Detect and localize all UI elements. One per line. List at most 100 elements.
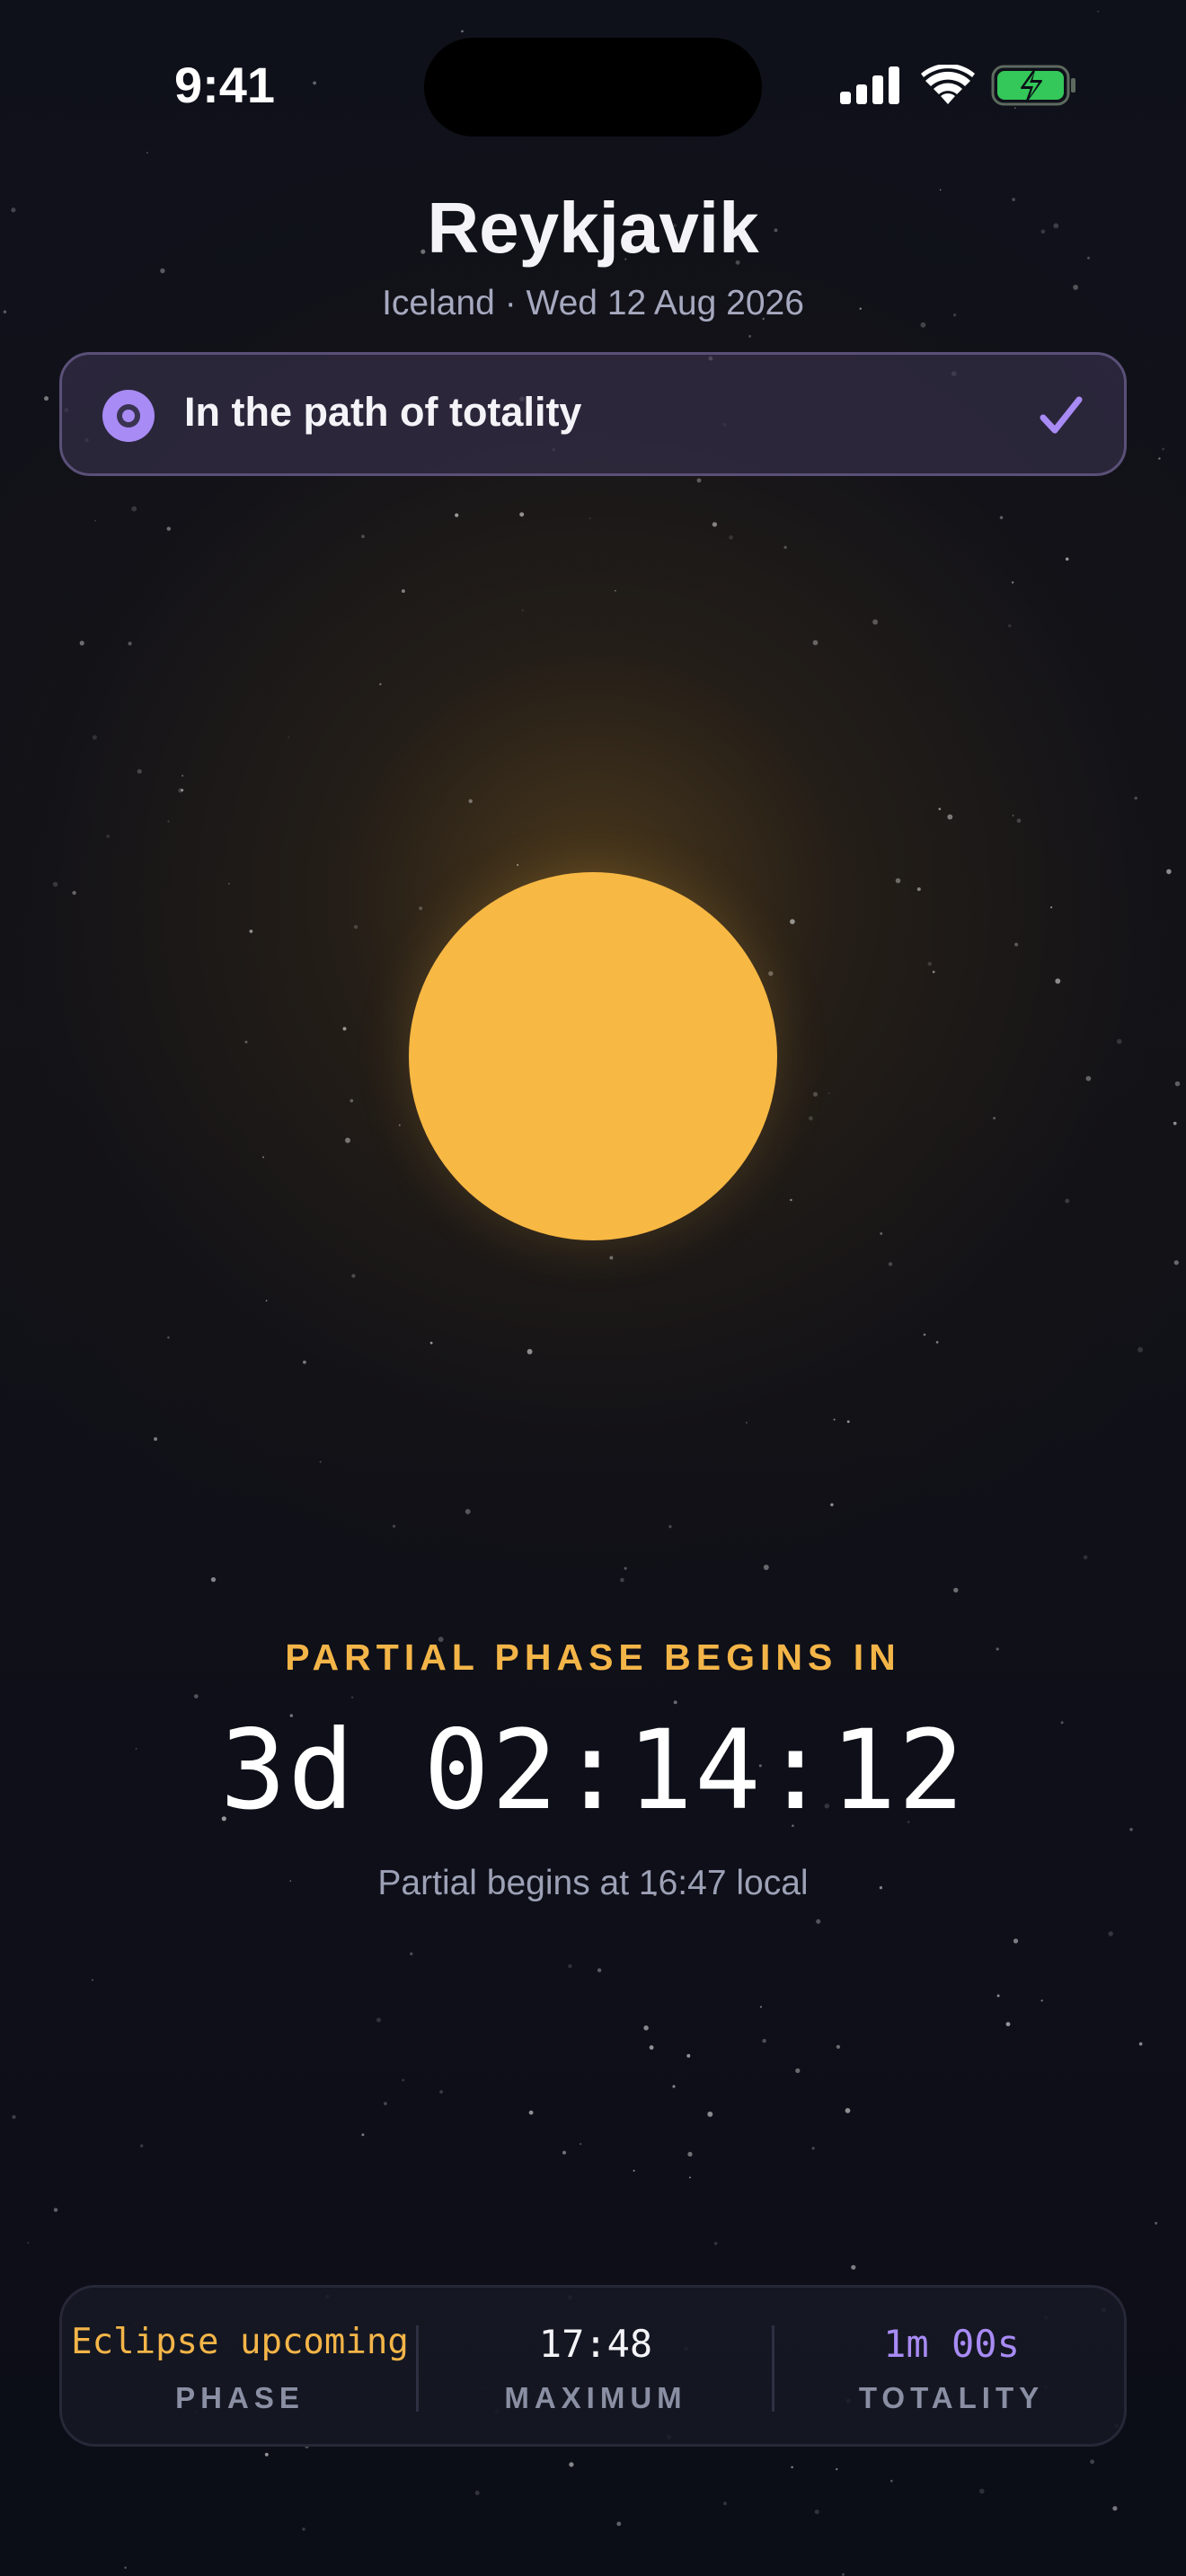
star	[935, 1341, 939, 1344]
star	[953, 1587, 959, 1593]
star	[790, 919, 795, 924]
star	[376, 2017, 381, 2023]
star	[809, 1116, 813, 1121]
status-bar: 9:41	[0, 0, 1186, 171]
stat-totality-label: TOTALITY	[858, 2381, 1045, 2414]
star	[1166, 869, 1172, 875]
star	[947, 814, 953, 820]
star	[288, 736, 290, 738]
star	[128, 641, 132, 646]
star	[167, 820, 170, 823]
star	[707, 2111, 713, 2117]
star	[811, 2147, 815, 2150]
star	[938, 807, 942, 810]
star	[672, 2085, 676, 2088]
star	[712, 522, 718, 527]
star	[795, 2068, 801, 2073]
star	[521, 609, 524, 612]
eclipse-stats-card: Eclipse upcoming PHASE 17:48 MAXIMUM 1m …	[59, 2285, 1127, 2447]
star	[999, 516, 1004, 520]
sun-disc	[409, 872, 777, 1240]
star	[401, 589, 405, 594]
star	[166, 526, 172, 531]
star	[748, 334, 752, 338]
star	[624, 1566, 627, 1570]
star	[302, 2527, 305, 2531]
star	[686, 2053, 691, 2058]
star	[27, 2242, 30, 2244]
star	[351, 1274, 356, 1278]
wifi-icon	[921, 65, 975, 104]
star	[745, 1421, 748, 1424]
star	[43, 396, 49, 401]
star	[569, 2462, 574, 2467]
location-date-subtitle: Iceland · Wed 12 Aug 2026	[382, 284, 804, 322]
star	[615, 589, 616, 592]
star	[713, 2241, 718, 2245]
star	[1155, 2221, 1158, 2225]
star	[616, 2521, 622, 2527]
star	[673, 1700, 677, 1705]
star	[759, 2006, 762, 2008]
star	[688, 2176, 691, 2179]
stat-totality: 1m 00s TOTALITY	[774, 2288, 1129, 2444]
countdown-label: PARTIAL PHASE BEGINS IN	[285, 1636, 901, 1678]
star	[1005, 2022, 1011, 2027]
star	[1158, 457, 1161, 460]
star	[244, 1040, 248, 1044]
star	[1050, 906, 1053, 909]
star	[262, 1156, 264, 1159]
star	[649, 2045, 654, 2051]
star	[1013, 1938, 1019, 1944]
star	[836, 2467, 838, 2471]
star	[1134, 796, 1137, 800]
star	[1011, 581, 1014, 584]
star	[763, 1565, 769, 1570]
star	[814, 2510, 819, 2515]
totality-path-label: In the path of totality	[184, 389, 582, 435]
star	[455, 513, 459, 517]
star	[1008, 624, 1012, 628]
star	[668, 1525, 672, 1529]
star	[996, 1994, 1000, 1998]
star	[1016, 818, 1022, 824]
star	[528, 2110, 534, 2115]
star	[568, 1963, 572, 1969]
star	[210, 1576, 217, 1583]
star	[790, 1198, 792, 1202]
star	[841, 2572, 845, 2576]
star	[353, 924, 358, 930]
star	[643, 2025, 649, 2031]
star	[94, 519, 96, 522]
star	[687, 2151, 693, 2157]
star	[193, 1694, 199, 1699]
stat-maximum-label: MAXIMUM	[504, 2381, 687, 2414]
star	[927, 961, 933, 966]
star	[888, 1262, 893, 1266]
totality-path-banner[interactable]: In the path of totality	[59, 352, 1127, 476]
star	[384, 2102, 387, 2105]
star	[72, 890, 76, 895]
dynamic-island	[424, 38, 762, 137]
star	[361, 2133, 365, 2137]
star	[620, 1577, 624, 1583]
star	[762, 2038, 766, 2043]
star	[1112, 2506, 1118, 2511]
star	[597, 1968, 602, 1972]
star	[1138, 2042, 1143, 2046]
star	[91, 1979, 93, 1981]
star	[527, 1348, 533, 1354]
star	[12, 2114, 16, 2120]
star	[392, 1524, 396, 1528]
star	[474, 2491, 480, 2495]
star	[131, 506, 137, 512]
star	[589, 517, 591, 520]
stat-phase-value: Eclipse upcoming	[71, 2322, 409, 2362]
star	[1108, 1931, 1113, 1936]
star	[1040, 1999, 1043, 2002]
star	[872, 619, 879, 625]
star	[1137, 1346, 1144, 1353]
star	[1117, 1038, 1122, 1045]
status-time: 9:41	[173, 57, 276, 113]
star	[178, 788, 183, 793]
